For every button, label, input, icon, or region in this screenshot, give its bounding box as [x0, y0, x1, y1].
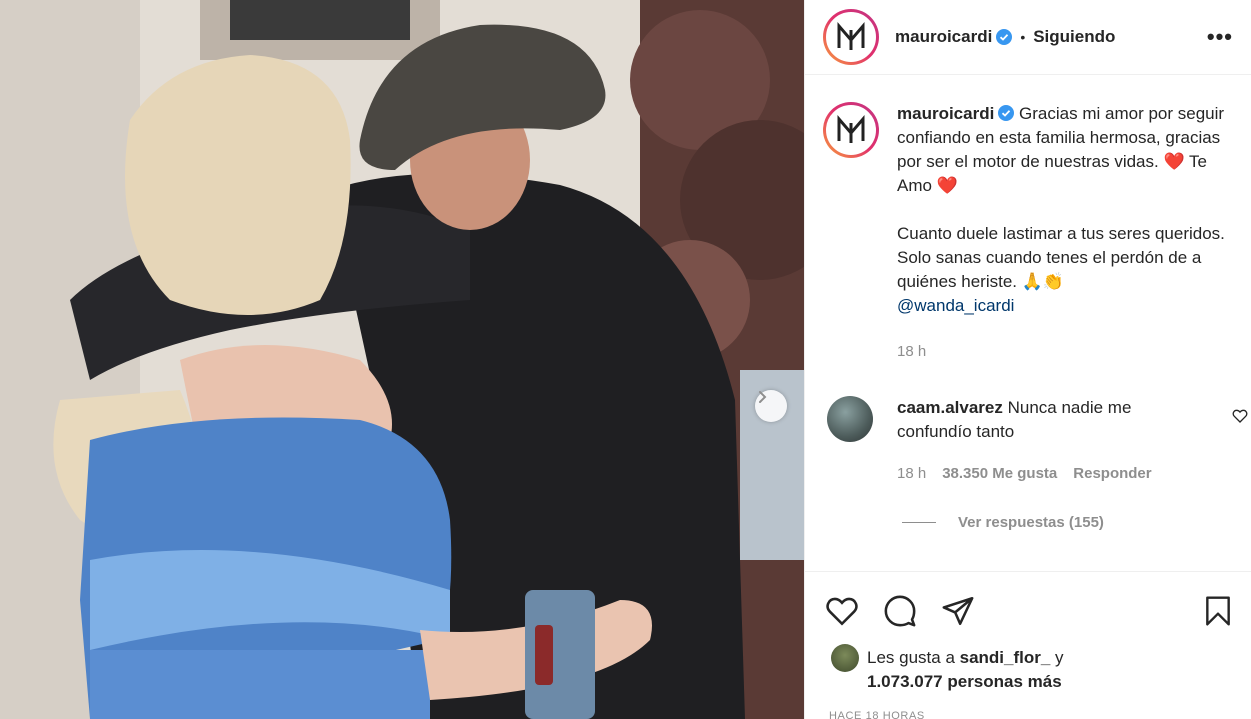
paper-plane-icon[interactable]: [941, 594, 975, 628]
emoji-pray-clap: 🙏👏: [1021, 272, 1065, 291]
comment-heart-icon[interactable]: [1232, 408, 1248, 424]
avatar[interactable]: [823, 9, 879, 65]
liker-username[interactable]: sandi_flor_: [960, 648, 1051, 667]
mention-link[interactable]: @wanda_icardi: [897, 296, 1014, 315]
more-options-icon[interactable]: •••: [1207, 24, 1233, 50]
mi-logo-icon: [826, 12, 876, 62]
comment-time[interactable]: 18 h: [897, 462, 926, 486]
verified-badge-icon: [998, 105, 1015, 121]
mi-logo-icon: [826, 105, 876, 155]
comments-area[interactable]: mauroicardi Gracias mi amor por seguir c…: [805, 76, 1251, 570]
commenter-username[interactable]: caam.alvarez: [897, 398, 1003, 417]
caption-avatar[interactable]: [823, 102, 879, 158]
post-photo[interactable]: [0, 0, 804, 719]
next-photo-button[interactable]: [755, 390, 787, 422]
heart-emoji: ❤️: [936, 176, 958, 195]
caption-time[interactable]: 18 h: [897, 340, 1227, 364]
likes-others[interactable]: 1.073.077 personas más: [867, 672, 1062, 691]
chevron-right-icon: [759, 391, 767, 403]
couple-photo-illustration: [0, 0, 804, 719]
comment-likes[interactable]: 38.350 Me gusta: [942, 462, 1057, 486]
post-timestamp[interactable]: HACE 18 HORAS: [829, 710, 925, 719]
comment-icon[interactable]: [883, 594, 917, 628]
commenter-avatar[interactable]: [827, 396, 873, 442]
heart-emoji: ❤️: [1163, 152, 1185, 171]
reply-button[interactable]: Responder: [1073, 462, 1151, 486]
separator-dot: •: [1020, 29, 1026, 45]
likes-summary: Les gusta a sandi_flor_ y 1.073.077 pers…: [805, 628, 1251, 694]
liker-avatar[interactable]: [831, 644, 859, 672]
verified-badge-icon: [996, 29, 1013, 45]
heart-icon[interactable]: [825, 594, 859, 628]
likes-suffix: y: [1050, 648, 1064, 667]
view-replies-label: Ver respuestas (155): [958, 514, 1104, 531]
header-username[interactable]: mauroicardi: [895, 27, 992, 47]
follow-status-button[interactable]: Siguiendo: [1033, 27, 1115, 47]
likes-prefix: Les gusta a: [867, 648, 960, 667]
comment-item: caam.alvarez Nunca nadie me confundío ta…: [805, 364, 1251, 486]
post-side-panel: mauroicardi • Siguiendo ••• mauroicardi: [804, 0, 1251, 719]
bookmark-icon[interactable]: [1202, 594, 1234, 628]
post-caption: mauroicardi Gracias mi amor por seguir c…: [805, 76, 1251, 364]
post-actions: Les gusta a sandi_flor_ y 1.073.077 pers…: [805, 571, 1251, 719]
caption-username[interactable]: mauroicardi: [897, 104, 994, 123]
view-replies-button[interactable]: Ver respuestas (155): [902, 514, 1251, 531]
post-header: mauroicardi • Siguiendo •••: [805, 0, 1251, 75]
replies-divider: [902, 522, 936, 523]
